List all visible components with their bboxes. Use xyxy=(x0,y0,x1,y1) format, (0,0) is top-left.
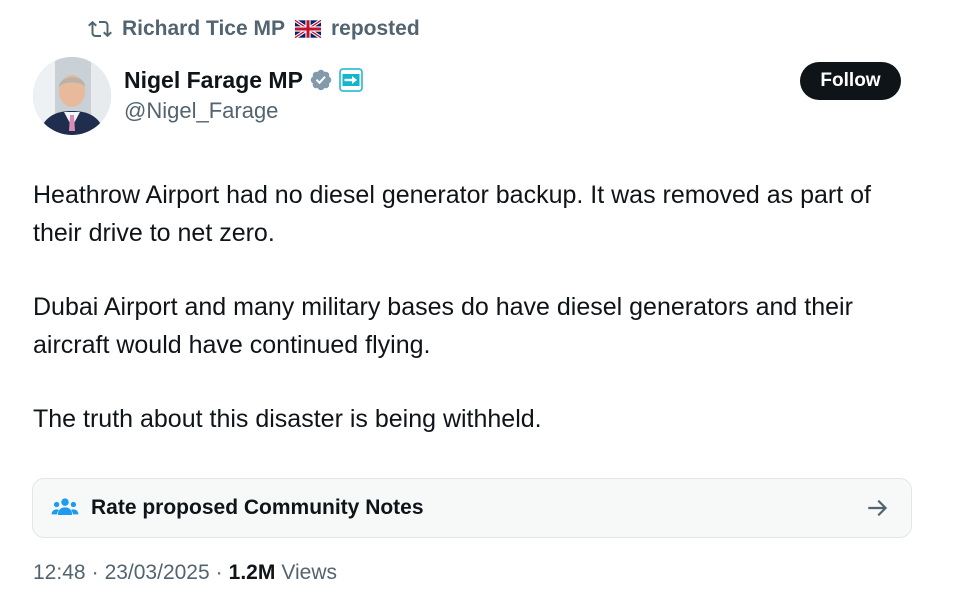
reposter-name[interactable]: Richard Tice MP xyxy=(122,17,285,41)
uk-flag-icon xyxy=(294,18,322,40)
author-info[interactable]: Nigel Farage MP @Nigel_Farage xyxy=(124,64,363,124)
views-label[interactable]: Views xyxy=(281,561,337,585)
tweet-time[interactable]: 12:48 xyxy=(33,561,86,585)
tweet-metadata: 12:48 · 23/03/2025 · 1.2M Views xyxy=(33,558,337,588)
rate-community-notes-button[interactable]: Rate proposed Community Notes xyxy=(32,478,912,538)
follow-button[interactable]: Follow xyxy=(800,62,901,100)
repost-indicator[interactable]: Richard Tice MP reposted xyxy=(88,14,420,44)
author-handle[interactable]: @Nigel_Farage xyxy=(124,98,363,124)
separator: · xyxy=(91,561,99,584)
separator: · xyxy=(215,561,223,584)
views-count[interactable]: 1.2M xyxy=(229,561,276,585)
repost-icon xyxy=(88,17,112,41)
tweet-date[interactable]: 23/03/2025 xyxy=(105,561,210,585)
avatar[interactable] xyxy=(33,57,111,135)
people-icon xyxy=(51,494,79,522)
reform-uk-badge-icon[interactable] xyxy=(339,68,363,92)
repost-suffix: reposted xyxy=(331,17,420,40)
community-notes-label: Rate proposed Community Notes xyxy=(91,496,424,519)
tweet-paragraph: Dubai Airport and many military bases do… xyxy=(33,293,853,359)
arrow-right-icon xyxy=(865,495,891,521)
tweet-paragraph: Heathrow Airport had no diesel generator… xyxy=(33,181,871,247)
tweet-paragraph: The truth about this disaster is being w… xyxy=(33,405,542,433)
author-display-name[interactable]: Nigel Farage MP xyxy=(124,67,303,94)
verified-badge-icon xyxy=(309,68,333,92)
tweet-text: Heathrow Airport had no diesel generator… xyxy=(33,176,913,438)
